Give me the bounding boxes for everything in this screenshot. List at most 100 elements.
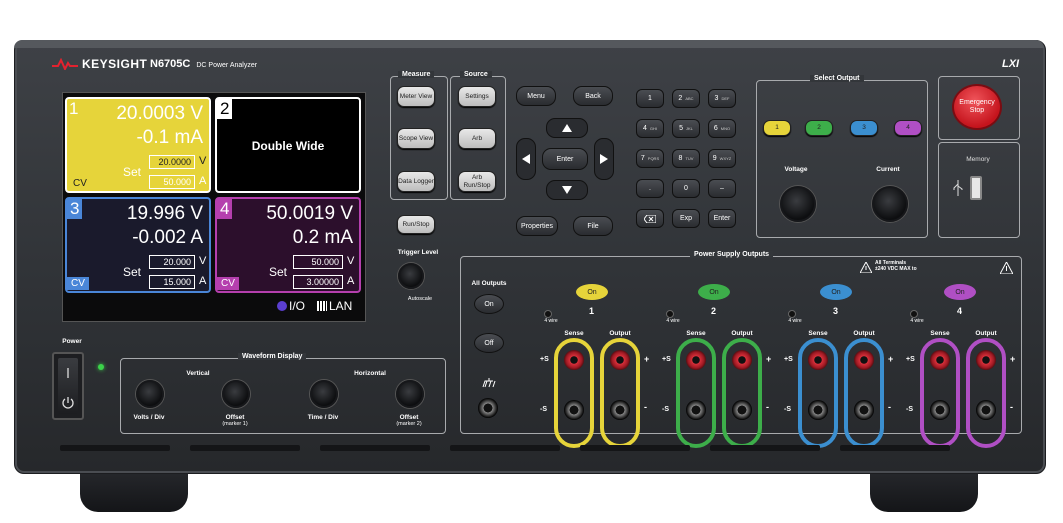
key-3[interactable]: 3 DEF [708, 89, 736, 108]
sense-minus-terminal[interactable] [564, 400, 584, 420]
key-5[interactable]: 5 JKL [672, 119, 700, 138]
key-9[interactable]: 9 WXYZ [708, 149, 736, 168]
key-7[interactable]: 7 PQRS [636, 149, 664, 168]
sense-minus-terminal[interactable] [930, 400, 950, 420]
model-label: N6705C DC Power Analyzer [150, 58, 257, 70]
set-voltage[interactable]: 20.0000 [149, 155, 195, 169]
chassis-top-edge [14, 40, 1044, 48]
channel-3-panel[interactable]: 3 19.996 V -0.002 A Set 20.000 V 15.000 … [65, 197, 211, 293]
output-minus-terminal[interactable] [854, 400, 874, 420]
nav-up-button[interactable] [546, 118, 588, 138]
trigger-level-knob[interactable] [398, 263, 424, 289]
channel-4-panel[interactable]: 4 50.0019 V 0.2 mA Set 50.000 V 3.00000 … [215, 197, 361, 293]
sense-plus-terminal[interactable] [564, 350, 584, 370]
data-logger-button[interactable]: Data Logger [397, 171, 435, 192]
output-minus-terminal[interactable] [976, 400, 996, 420]
key-1[interactable]: 1 [636, 89, 664, 108]
source-title: Source [460, 71, 492, 78]
output-label: Output [853, 330, 875, 337]
voltage-readout: 20.0003 V [116, 103, 203, 124]
nav-down-button[interactable] [546, 180, 588, 200]
output-label: Output [609, 330, 631, 337]
select-output-2-button[interactable]: 2 [805, 120, 833, 136]
warning-icon-right [1000, 262, 1013, 274]
properties-button[interactable]: Properties [516, 216, 558, 236]
output-3-on-button[interactable]: On [820, 284, 852, 300]
key-8[interactable]: 8 TUV [672, 149, 700, 168]
run-stop-button[interactable]: Run/Stop [397, 215, 435, 234]
output-4-on-button[interactable]: On [944, 284, 976, 300]
key-enter[interactable]: Enter [708, 209, 736, 228]
key-2[interactable]: 2 ABC [672, 89, 700, 108]
set-current[interactable]: 50.000 [149, 175, 195, 189]
output-minus-terminal[interactable] [610, 400, 630, 420]
sense-minus-terminal[interactable] [686, 400, 706, 420]
output-plus-terminal[interactable] [732, 350, 752, 370]
arb-button[interactable]: Arb [458, 128, 496, 149]
four-wire-label: 4 wire [544, 318, 558, 324]
settings-button[interactable]: Settings [458, 86, 496, 107]
key-6[interactable]: 6 MNO [708, 119, 736, 138]
plus-label: + [766, 354, 772, 364]
volts-div-knob[interactable] [136, 380, 164, 408]
offset-marker2-knob[interactable] [396, 380, 424, 408]
nav-right-button[interactable] [594, 138, 614, 180]
channel-2-panel[interactable]: 2 Double Wide [215, 97, 361, 193]
sense-minus-terminal[interactable] [808, 400, 828, 420]
all-outputs-off-button[interactable]: Off [474, 333, 504, 353]
offset-marker1-knob[interactable] [222, 380, 250, 408]
key-0[interactable]: 0 [672, 179, 700, 198]
key-backspace[interactable] [636, 209, 664, 228]
key-exp[interactable]: Exp [672, 209, 700, 228]
unit-v: V [199, 255, 207, 267]
select-output-1-button[interactable]: 1 [763, 120, 791, 136]
time-div-knob[interactable] [310, 380, 338, 408]
set-current[interactable]: 3.00000 [293, 275, 343, 289]
sense-plus-terminal[interactable] [808, 350, 828, 370]
voltage-knob[interactable] [780, 186, 816, 222]
arrow-left-icon [522, 154, 530, 164]
back-button[interactable]: Back [573, 86, 613, 106]
current-knob[interactable] [872, 186, 908, 222]
key-label: 8 [678, 155, 683, 162]
output-plus-terminal[interactable] [610, 350, 630, 370]
all-outputs-on-button[interactable]: On [474, 294, 504, 314]
minus-label: - [888, 402, 891, 412]
emergency-stop-button[interactable]: Emergency Stop [952, 84, 1002, 130]
offset2-label: Offset [399, 414, 419, 421]
output-plus-terminal[interactable] [854, 350, 874, 370]
arb-run-stop-button[interactable]: Arb Run/Stop [458, 171, 496, 192]
set-voltage[interactable]: 20.000 [149, 255, 195, 269]
output-plus-terminal[interactable] [976, 350, 996, 370]
sense-plus-terminal[interactable] [930, 350, 950, 370]
key-letters: DEF [721, 96, 730, 101]
sense-plus-terminal[interactable] [686, 350, 706, 370]
menu-button[interactable]: Menu [516, 86, 556, 106]
key-decimal[interactable]: . [636, 179, 664, 198]
set-current[interactable]: 15.000 [149, 275, 195, 289]
set-label: Set [269, 265, 288, 279]
channel-1-panel[interactable]: 1 20.0003 V -0.1 mA Set 20.0000 V 50.000… [65, 97, 211, 193]
enter-nav-button[interactable]: Enter [542, 148, 588, 170]
select-output-3-button[interactable]: 3 [850, 120, 878, 136]
output-1-on-button[interactable]: On [576, 284, 608, 300]
meter-view-button[interactable]: Meter View [397, 86, 435, 107]
set-voltage[interactable]: 50.000 [293, 255, 343, 269]
nav-left-button[interactable] [516, 138, 536, 180]
select-output-4-button[interactable]: 4 [894, 120, 922, 136]
key-label: 9 [712, 155, 717, 162]
emergency-line2: Stop [969, 107, 985, 114]
power-icon [62, 397, 74, 409]
output-minus-terminal[interactable] [732, 400, 752, 420]
scope-view-button[interactable]: Scope View [397, 128, 435, 149]
ground-terminal[interactable] [478, 398, 498, 418]
key-minus[interactable]: – [708, 179, 736, 198]
minus-label: - [1010, 402, 1013, 412]
usb-port[interactable] [970, 176, 982, 200]
file-button[interactable]: File [573, 216, 613, 236]
power-switch[interactable] [52, 352, 84, 420]
key-4[interactable]: 4 GHI [636, 119, 664, 138]
minus-s-label: -S [784, 406, 791, 413]
on-mark-icon [67, 368, 69, 378]
output-2-on-button[interactable]: On [698, 284, 730, 300]
